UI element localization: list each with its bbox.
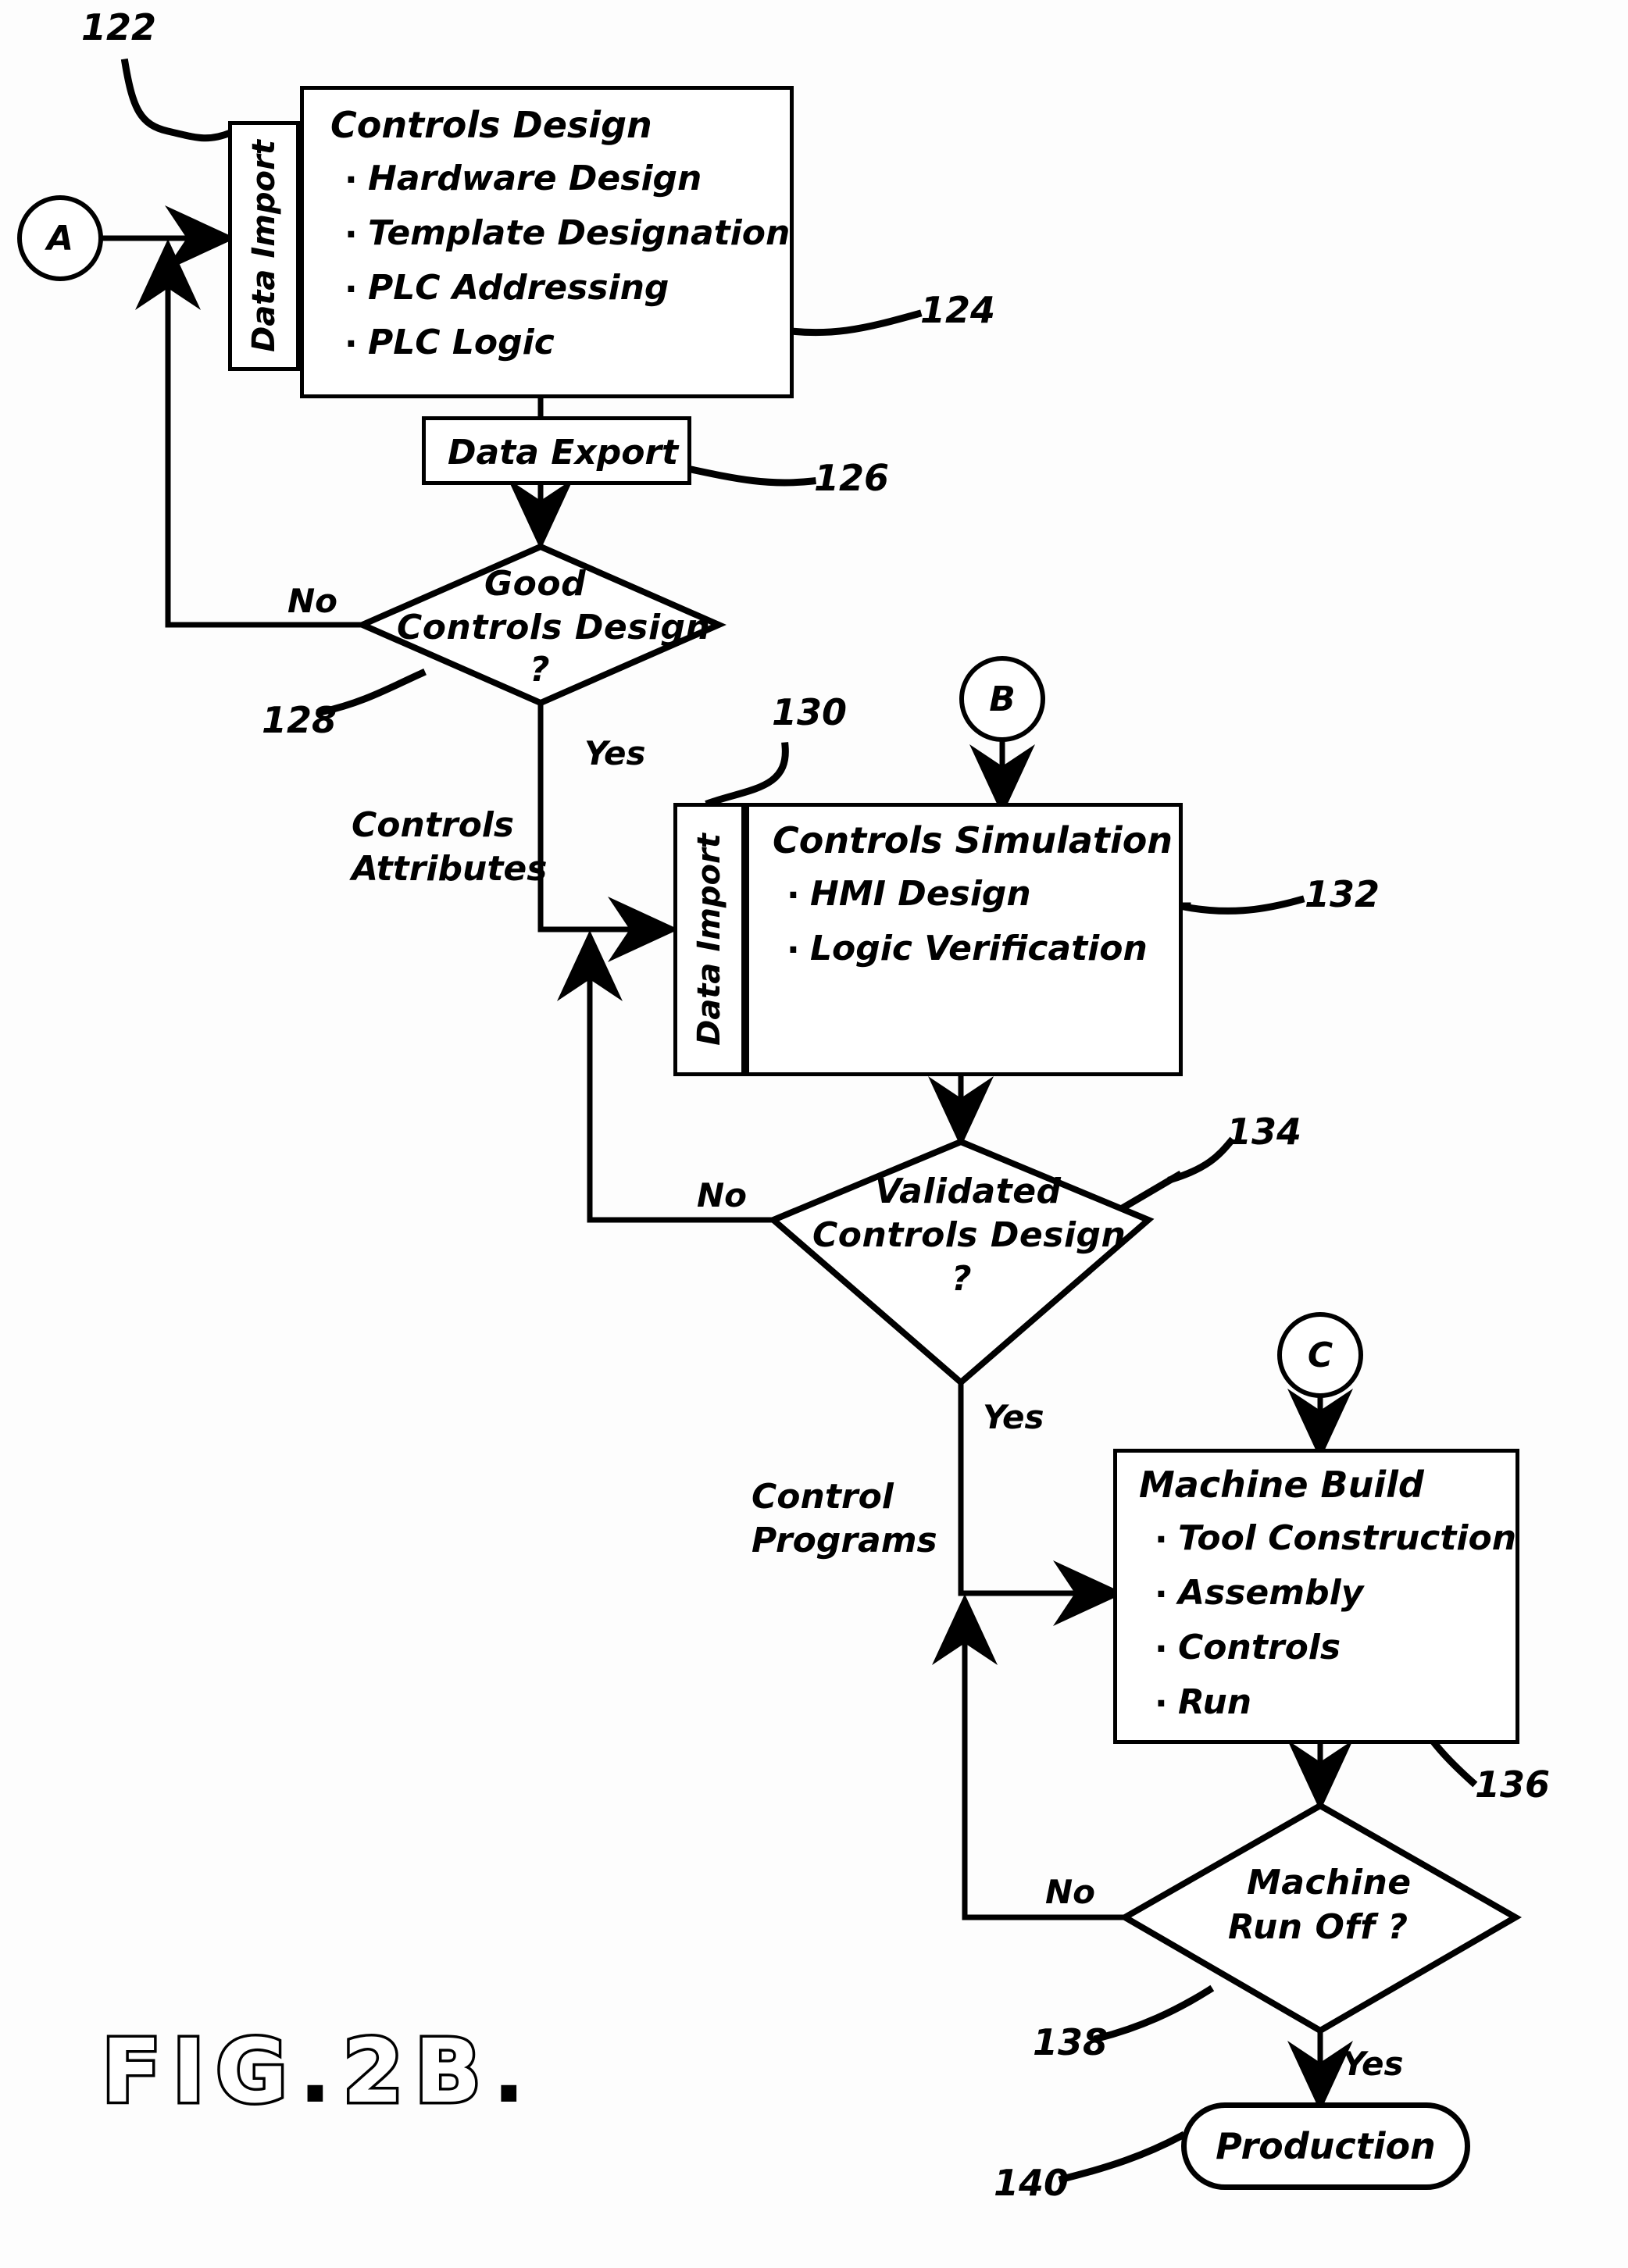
leader-134 [1167,1136,1236,1184]
controls-simulation-item-0: HMI Design [810,874,1031,914]
leader-126 [683,464,816,487]
connector-b-label: B [989,679,1016,719]
leader-134-stub [1119,1170,1184,1212]
branch-yes-138: Yes [1342,2045,1404,2083]
bullet-dot: · [345,324,358,364]
ref-132: 132 [1305,873,1380,915]
controls-design-title: Controls Design [330,104,652,146]
decision-128-line3: ? [530,650,551,690]
flow-label-controls-attributes-line2: Attributes [352,849,548,889]
bullet-dot: · [1155,1684,1168,1724]
ref-140: 140 [994,2162,1069,2204]
machine-build-item-1: Assembly [1178,1573,1364,1613]
figure-caption: FIG.2B. [98,2019,537,2126]
connector-a-label: A [46,218,74,259]
machine-build-item-0: Tool Construction [1178,1518,1517,1558]
process-box-data-export: Data Export [422,416,691,485]
connector-circle-b: B [959,656,1045,742]
decision-128-line2: Controls Design [397,608,711,647]
ref-130: 130 [772,691,848,733]
decision-134-line1: Validated [875,1171,1062,1211]
ref-136: 136 [1475,1763,1551,1806]
branch-no-138: No [1045,1873,1096,1911]
leader-140 [1058,2131,1187,2184]
figure-caption-end: . [491,2021,537,2123]
decision-134-line2: Controls Design [812,1215,1126,1255]
machine-build-title: Machine Build [1139,1464,1424,1506]
flow-label-controls-attributes-line1: Controls [352,805,515,845]
controls-design-item-2: PLC Addressing [368,268,669,308]
data-import-strip-top-label: Data Import [246,140,282,352]
ref-134: 134 [1226,1111,1302,1153]
ref-122: 122 [81,6,157,48]
figure-caption-number: 2B [340,2019,492,2126]
decision-138-line1: Machine [1247,1863,1412,1902]
bullet-dot: · [345,160,358,200]
branch-yes-134: Yes [983,1398,1044,1436]
data-import-strip-mid: Data Import [673,803,745,1076]
patent-figure-page: A B C Data Import Controls Design · Hard… [0,0,1628,2268]
branch-no-128: No [287,582,338,620]
controls-design-item-0: Hardware Design [368,159,702,198]
decision-134-line3: ? [951,1259,973,1299]
process-box-controls-simulation: Controls Simulation · HMI Design · Logic… [745,803,1183,1076]
controls-simulation-item-1: Logic Verification [810,929,1148,968]
bullet-dot: · [1155,1629,1168,1669]
decision-138-line2: Run Off ? [1228,1907,1408,1947]
leader-122 [120,58,235,142]
data-import-strip-top: Data Import [228,121,300,371]
figure-caption-prefix: FIG [98,2019,299,2126]
decision-128-line1: Good [484,564,587,604]
controls-design-item-3: PLC Logic [368,323,555,362]
connector-circle-a: A [17,195,103,281]
ref-138: 138 [1033,2021,1109,2063]
controls-design-item-1: Template Designation [368,213,791,253]
branch-no-134: No [697,1176,748,1214]
bullet-dot: · [787,875,800,915]
bullet-dot: · [787,930,800,970]
bullet-dot: · [345,215,358,255]
data-export-title: Data Export [448,433,679,472]
controls-simulation-title: Controls Simulation [773,819,1173,861]
bullet-dot: · [345,269,358,309]
ref-126: 126 [814,457,890,499]
leader-132 [1175,895,1305,915]
flow-label-control-programs-line1: Control [752,1477,894,1517]
leader-138 [1093,1984,1215,2043]
data-import-strip-mid-label: Data Import [691,833,727,1046]
branch-yes-128: Yes [584,734,646,772]
leader-130 [705,742,789,808]
terminal-production-label: Production [1216,2125,1436,2167]
bullet-dot: · [1155,1574,1168,1614]
flow-label-control-programs-line2: Programs [752,1521,937,1560]
connector-c-label: C [1307,1335,1333,1375]
machine-build-item-2: Controls [1178,1628,1341,1667]
terminal-production: Production [1181,2102,1470,2190]
ref-124: 124 [920,289,996,331]
connector-circle-c: C [1277,1312,1363,1398]
bullet-dot: · [1155,1520,1168,1560]
machine-build-item-3: Run [1178,1682,1252,1722]
process-box-machine-build: Machine Build · Tool Construction · Asse… [1113,1449,1519,1744]
ref-128: 128 [262,699,337,741]
figure-caption-sep: . [298,2021,343,2123]
process-box-controls-design: Controls Design · Hardware Design · Temp… [300,86,794,398]
